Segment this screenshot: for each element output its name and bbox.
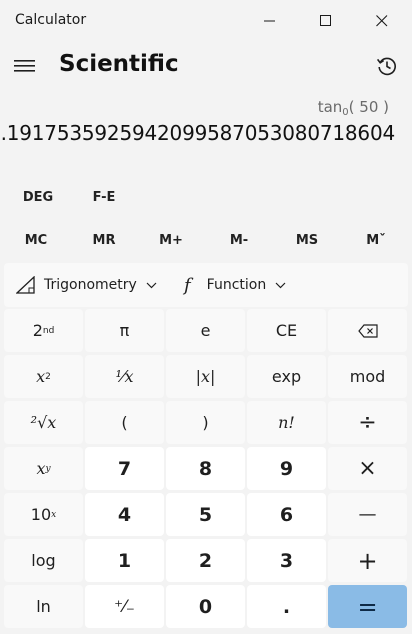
digit-2-button[interactable]: 2 — [166, 539, 245, 582]
hamburger-icon — [14, 60, 35, 72]
triangle-ruler-icon — [16, 276, 35, 294]
backspace-icon — [357, 323, 378, 338]
exp-button[interactable]: exp — [247, 355, 326, 398]
function-label: Function — [206, 277, 267, 293]
result-display: 1.1917535925942099587053080718604 — [0, 121, 395, 145]
reciprocal-label: ¹⁄x — [115, 367, 134, 386]
memory-add-button[interactable]: M+ — [137, 222, 205, 258]
expression-display: tan0( 50 ) — [318, 98, 389, 118]
digit-7-button[interactable]: 7 — [85, 447, 164, 490]
absolute-label: |x| — [195, 367, 216, 386]
negate-button[interactable]: ⁺⁄₋ — [85, 585, 164, 628]
close-button[interactable] — [354, 0, 410, 42]
fixed-exponent-button[interactable]: F-E — [74, 180, 134, 214]
memory-list-button[interactable]: Mˇ — [342, 222, 410, 258]
square-base: x — [36, 367, 46, 386]
title-bar: Calculator — [0, 0, 412, 42]
decimal-button[interactable]: . — [247, 585, 326, 628]
minimize-icon — [264, 20, 275, 22]
memory-store-button[interactable]: MS — [273, 222, 341, 258]
history-icon — [376, 57, 396, 76]
ten-power-button[interactable]: 10 x — [4, 493, 83, 536]
square-root-button[interactable]: ²√x — [4, 401, 83, 444]
power-button[interactable]: xy — [4, 447, 83, 490]
add-button[interactable]: + — [328, 539, 407, 582]
maximize-button[interactable] — [298, 0, 354, 42]
second-function-button[interactable]: 2nd — [4, 309, 83, 352]
digit-8-button[interactable]: 8 — [166, 447, 245, 490]
digit-6-button[interactable]: 6 — [247, 493, 326, 536]
close-icon — [376, 15, 388, 27]
digit-9-button[interactable]: 9 — [247, 447, 326, 490]
chevron-down-icon — [146, 282, 157, 288]
left-paren-button[interactable]: ( — [85, 401, 164, 444]
memory-clear-button[interactable]: MC — [2, 222, 70, 258]
mode-row: DEG F-E — [0, 180, 412, 214]
factorial-label: n! — [278, 413, 295, 432]
ten-base: 10 — [30, 505, 52, 524]
function-dropdown[interactable]: f Function — [184, 263, 286, 307]
natural-log-button[interactable]: ln — [4, 585, 83, 628]
digit-5-button[interactable]: 5 — [166, 493, 245, 536]
power-sup: y — [45, 463, 51, 474]
trigonometry-label: Trigonometry — [44, 277, 137, 293]
absolute-value-button[interactable]: |x| — [166, 355, 245, 398]
digit-4-button[interactable]: 4 — [85, 493, 164, 536]
expression-argument: ( 50 ) — [348, 98, 389, 116]
clear-entry-button[interactable]: CE — [247, 309, 326, 352]
navigation-menu-button[interactable] — [8, 50, 42, 82]
keypad: 2nd π e CE x2 ¹⁄x |x| exp mod ²√x ( ) n!… — [4, 309, 409, 631]
divide-button[interactable]: ÷ — [328, 401, 407, 444]
minimize-button[interactable] — [242, 0, 298, 42]
maximize-icon — [320, 15, 331, 26]
chevron-down-icon — [275, 282, 286, 288]
log-button[interactable]: log — [4, 539, 83, 582]
ten-power-sup: x — [51, 509, 57, 520]
square-sup: 2 — [45, 371, 51, 382]
backspace-button[interactable] — [328, 309, 407, 352]
square-button[interactable]: x2 — [4, 355, 83, 398]
second-sup: nd — [42, 325, 55, 336]
multiply-button[interactable]: × — [328, 447, 407, 490]
equals-button[interactable]: = — [328, 585, 407, 628]
memory-subtract-button[interactable]: M- — [205, 222, 273, 258]
square-root-label: ²√x — [30, 413, 57, 432]
memory-recall-button[interactable]: MR — [70, 222, 138, 258]
memory-row: MC MR M+ M- MS Mˇ — [0, 222, 412, 258]
mode-title: Scientific — [59, 51, 179, 77]
angle-unit-button[interactable]: DEG — [8, 180, 68, 214]
second-label: 2 — [32, 321, 43, 340]
reciprocal-button[interactable]: ¹⁄x — [85, 355, 164, 398]
subtract-button[interactable]: — — [328, 493, 407, 536]
modulo-button[interactable]: mod — [328, 355, 407, 398]
right-paren-button[interactable]: ) — [166, 401, 245, 444]
euler-button[interactable]: e — [166, 309, 245, 352]
header: Scientific — [0, 42, 412, 90]
history-button[interactable] — [370, 50, 404, 82]
digit-3-button[interactable]: 3 — [247, 539, 326, 582]
pi-button[interactable]: π — [85, 309, 164, 352]
digit-0-button[interactable]: 0 — [166, 585, 245, 628]
digit-1-button[interactable]: 1 — [85, 539, 164, 582]
expression-function: tan — [317, 98, 343, 116]
app-title: Calculator — [15, 12, 87, 28]
trigonometry-dropdown[interactable]: Trigonometry — [16, 263, 157, 307]
function-toolbar: Trigonometry f Function — [4, 263, 408, 307]
factorial-button[interactable]: n! — [247, 401, 326, 444]
function-glyph-icon: f — [184, 274, 191, 296]
